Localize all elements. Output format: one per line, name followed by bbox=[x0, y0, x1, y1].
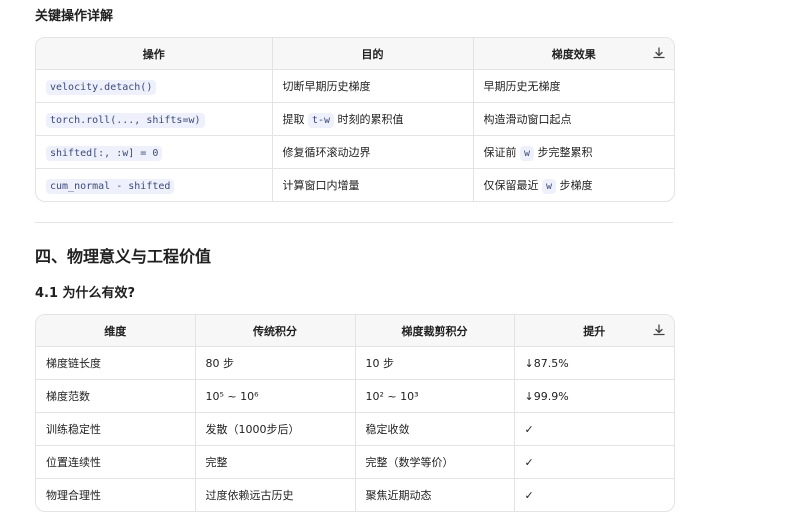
table-cell: 完整 bbox=[195, 445, 356, 479]
column-header: 操作 bbox=[36, 38, 273, 70]
table-cell: 10 步 bbox=[355, 346, 515, 380]
table-cell: 保证前 w 步完整累积 bbox=[473, 135, 674, 169]
download-icon[interactable] bbox=[652, 46, 666, 60]
table-cell: ✓ bbox=[514, 445, 674, 479]
column-header: 梯度效果 bbox=[473, 38, 674, 70]
table-cell: 发散（1000步后） bbox=[195, 412, 356, 446]
table-cell: 仅保留最近 w 步梯度 bbox=[483, 179, 593, 194]
subsection-heading: 4.1 为什么有效? bbox=[35, 286, 136, 301]
table-row: velocity.detach() 切断早期历史梯度 早期历史无梯度 bbox=[36, 69, 674, 103]
table-row: cum_normal - shifted 计算窗口内增量 仅保留最近 w 步梯度 bbox=[36, 168, 674, 201]
table-row: shifted[:, :w] = 0 修复循环滚动边界 保证前 w 步完整累积 bbox=[36, 135, 674, 169]
table-row: 位置连续性 完整 完整（数学等价） ✓ bbox=[36, 445, 674, 479]
table-row: torch.roll(..., shifts=w) 提取 t-w 时刻的累积值 … bbox=[36, 102, 674, 136]
code-snippet: w bbox=[520, 146, 535, 161]
table-row: 物理合理性 过度依赖远古历史 聚焦近期动态 ✓ bbox=[36, 478, 674, 511]
table-cell: 位置连续性 bbox=[36, 445, 196, 479]
comparison-table: 维度 传统积分 梯度裁剪积分 提升 梯度链长度 80 步 10 步 ↓87.5%… bbox=[35, 314, 675, 512]
table-cell: 梯度链长度 bbox=[36, 346, 196, 380]
section-heading: 关键操作详解 bbox=[35, 9, 114, 24]
table-cell: 梯度范数 bbox=[36, 379, 196, 413]
table-cell: 提取 t-w 时刻的累积值 bbox=[272, 102, 474, 136]
table-cell: ✓ bbox=[514, 412, 674, 446]
table-cell: 80 步 bbox=[195, 346, 356, 380]
code-snippet: torch.roll(..., shifts=w) bbox=[46, 112, 205, 128]
table-cell: ↓99.9% bbox=[514, 379, 674, 413]
column-header: 目的 bbox=[272, 38, 474, 70]
table-cell: 10⁵ ~ 10⁶ bbox=[195, 379, 356, 413]
divider bbox=[35, 222, 673, 223]
code-snippet: shifted[:, :w] = 0 bbox=[46, 145, 163, 161]
column-header: 传统积分 bbox=[195, 315, 356, 347]
table-cell: 稳定收敛 bbox=[355, 412, 515, 446]
download-icon[interactable] bbox=[652, 323, 666, 337]
table-cell: 聚焦近期动态 bbox=[355, 478, 515, 511]
column-header: 维度 bbox=[36, 315, 196, 347]
table-row: 训练稳定性 发散（1000步后） 稳定收敛 ✓ bbox=[36, 412, 674, 446]
table-cell: 完整（数学等价） bbox=[355, 445, 515, 479]
table-cell: 10² ~ 10³ bbox=[355, 379, 515, 413]
table-cell: 切断早期历史梯度 bbox=[272, 69, 474, 103]
table-cell: 修复循环滚动边界 bbox=[272, 135, 474, 169]
table-row: 梯度范数 10⁵ ~ 10⁶ 10² ~ 10³ ↓99.9% bbox=[36, 379, 674, 413]
table-cell: ↓87.5% bbox=[514, 346, 674, 380]
table-cell: 物理合理性 bbox=[36, 478, 196, 511]
table-cell: 过度依赖远古历史 bbox=[195, 478, 356, 511]
table-cell: 构造滑动窗口起点 bbox=[473, 102, 674, 136]
table-cell: ✓ bbox=[524, 488, 534, 502]
code-snippet: velocity.detach() bbox=[46, 79, 157, 95]
column-header: 提升 bbox=[514, 315, 674, 347]
code-snippet: t-w bbox=[308, 113, 335, 128]
column-header: 梯度裁剪积分 bbox=[355, 315, 515, 347]
table-cell: 训练稳定性 bbox=[36, 412, 196, 446]
operations-table: 操作 目的 梯度效果 velocity.detach() 切断早期历史梯度 早期… bbox=[35, 37, 675, 202]
code-snippet: w bbox=[542, 179, 557, 194]
table-cell: 早期历史无梯度 bbox=[473, 69, 674, 103]
table-row: 梯度链长度 80 步 10 步 ↓87.5% bbox=[36, 346, 674, 380]
code-snippet: cum_normal - shifted bbox=[46, 178, 175, 194]
section-heading: 四、物理意义与工程价值 bbox=[35, 247, 212, 266]
table-cell: 计算窗口内增量 bbox=[272, 168, 474, 201]
